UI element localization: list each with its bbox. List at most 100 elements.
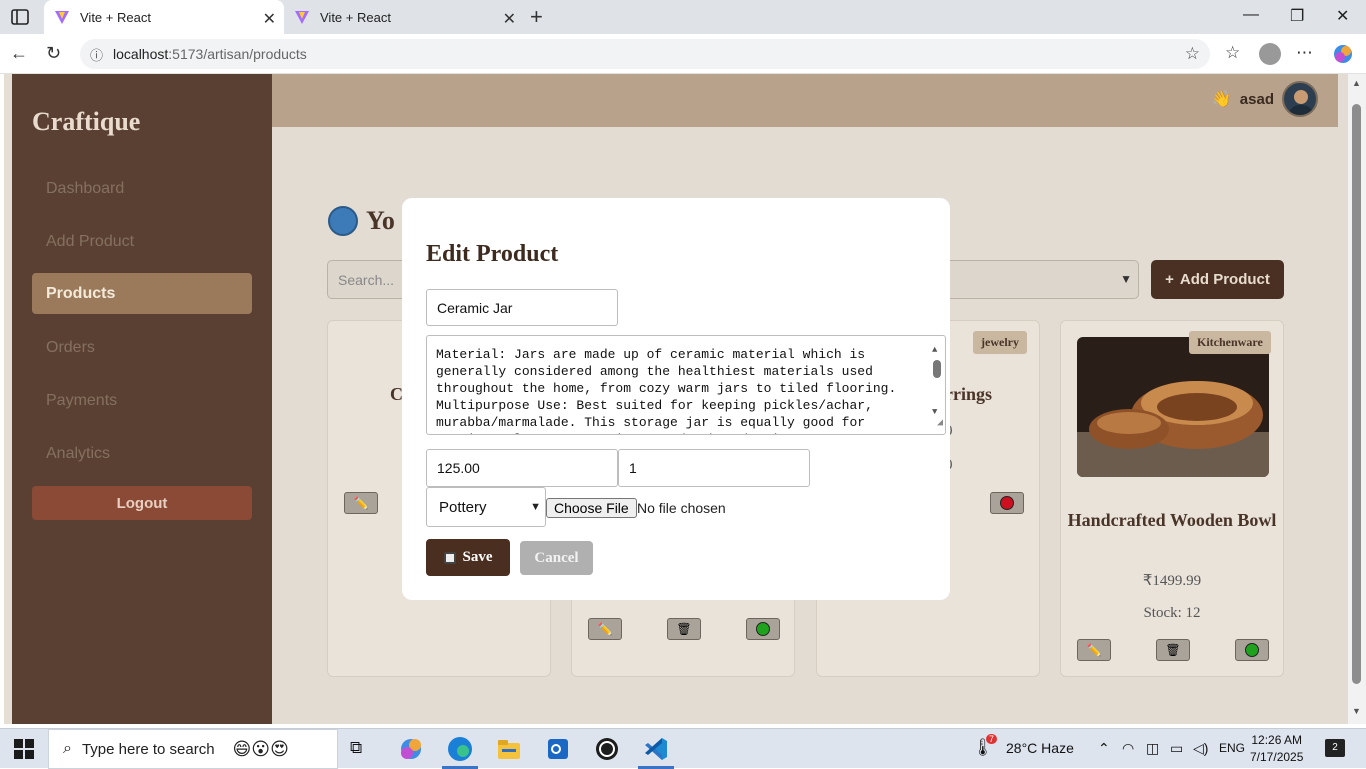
windows-start-icon[interactable] xyxy=(14,739,34,759)
sidebar-item-payments[interactable]: Payments xyxy=(32,380,252,421)
edit-button[interactable]: ✏️ xyxy=(588,618,622,640)
logout-button[interactable]: Logout xyxy=(32,486,252,520)
save-label: Save xyxy=(462,549,493,565)
restore-icon[interactable]: ❐ xyxy=(1290,6,1304,26)
chevron-down-icon: ▼ xyxy=(1120,272,1132,286)
url-host: localhost xyxy=(113,46,169,62)
favorites-icon[interactable]: ☆ xyxy=(1225,43,1240,63)
scroll-thumb[interactable] xyxy=(933,360,941,378)
clock-date: 7/17/2025 xyxy=(1250,750,1304,764)
site-info-icon[interactable]: ⓘ xyxy=(90,45,103,64)
url-field[interactable]: ⓘ localhost:5173/artisan/products ☆ xyxy=(80,39,1210,69)
choose-file-button[interactable]: Choose File xyxy=(546,498,637,518)
scroll-up-icon[interactable]: ▲ xyxy=(1352,78,1361,88)
trash-icon: 🗑 xyxy=(676,622,692,636)
copilot-taskbar-icon[interactable] xyxy=(397,735,425,763)
delete-button[interactable]: 🗑 xyxy=(667,618,701,640)
whatsapp-icon[interactable] xyxy=(593,735,621,763)
meet-now-icon[interactable]: ◫ xyxy=(1146,740,1159,757)
status-toggle-button[interactable] xyxy=(746,618,780,640)
taskbar-search-input[interactable]: ⌕ Type here to search 😄😮😍 xyxy=(48,729,338,769)
cancel-button[interactable]: Cancel xyxy=(520,541,593,575)
save-button[interactable]: Save xyxy=(426,539,510,576)
weather-text[interactable]: 28°C Haze xyxy=(1006,740,1074,756)
user-name: asad xyxy=(1239,90,1274,108)
reload-icon[interactable]: ↻ xyxy=(46,43,61,64)
delete-button[interactable]: 🗑 xyxy=(1156,639,1190,661)
sidebar: Craftique Dashboard Add Product Products… xyxy=(12,74,272,724)
basket-icon xyxy=(328,206,358,236)
browser-tab-bar: Vite + React ✕ Vite + React ✕ + — ❐ ✕ xyxy=(0,0,1366,34)
user-menu[interactable]: 👋 asad xyxy=(1212,81,1318,117)
tab-title: Vite + React xyxy=(320,9,391,25)
system-clock[interactable]: 12:26 AM 7/17/2025 xyxy=(1250,732,1303,766)
file-explorer-icon[interactable] xyxy=(495,735,523,763)
weather-badge: 7 xyxy=(986,734,998,744)
browser-tab-1[interactable]: Vite + React ✕ xyxy=(44,0,284,34)
stock-input[interactable]: 1 xyxy=(618,449,810,487)
more-menu-icon[interactable]: ⋯ xyxy=(1296,43,1313,63)
category-filter-select[interactable]: ▼ xyxy=(939,260,1139,299)
status-toggle-button[interactable] xyxy=(1235,639,1269,661)
add-product-button[interactable]: + Add Product xyxy=(1151,260,1284,299)
wifi-icon[interactable]: ◠ xyxy=(1122,740,1134,757)
sidebar-item-add-product[interactable]: Add Product xyxy=(32,221,252,262)
file-status: No file chosen xyxy=(637,500,726,516)
tab-title: Vite + React xyxy=(80,9,151,25)
back-icon[interactable]: ← xyxy=(10,43,28,64)
vscode-icon[interactable] xyxy=(642,735,670,763)
volume-icon[interactable]: ◁) xyxy=(1193,740,1208,757)
chevron-down-icon: ▼ xyxy=(530,501,541,513)
battery-icon[interactable]: ▭ xyxy=(1170,740,1183,757)
resize-grip-icon[interactable]: ◢ xyxy=(937,415,943,432)
status-toggle-button[interactable] xyxy=(990,492,1024,514)
minimize-icon[interactable]: — xyxy=(1243,6,1259,24)
product-price: ₹1499.99 xyxy=(1142,573,1202,589)
sidebar-item-dashboard[interactable]: Dashboard xyxy=(32,168,252,209)
clock-time: 12:26 AM xyxy=(1251,733,1303,747)
copilot-icon[interactable] xyxy=(1332,43,1354,65)
brand-title: Craftique xyxy=(32,107,141,136)
sidebar-item-orders[interactable]: Orders xyxy=(32,327,252,368)
task-view-icon[interactable]: ⧉ xyxy=(350,738,362,758)
notification-center-icon[interactable]: 2 xyxy=(1325,739,1345,757)
close-tab-icon[interactable]: ✕ xyxy=(263,9,276,29)
avatar[interactable] xyxy=(1282,81,1318,117)
product-name-value: Ceramic Jar xyxy=(437,299,513,316)
language-indicator[interactable]: ENG xyxy=(1219,741,1245,755)
pencil-icon: ✏️ xyxy=(353,496,369,510)
browser-tab-2[interactable]: Vite + React ✕ xyxy=(284,0,524,34)
search-placeholder: Search... xyxy=(338,271,395,288)
outlook-icon[interactable] xyxy=(544,735,572,763)
bookmark-star-icon[interactable]: ☆ xyxy=(1185,44,1200,64)
taskbar-search-placeholder: Type here to search xyxy=(81,740,215,758)
chevron-up-icon[interactable]: ⌃ xyxy=(1098,740,1110,757)
product-description-textarea[interactable]: Material: Jars are made up of ceramic ma… xyxy=(426,335,946,435)
sidebar-item-products[interactable]: Products xyxy=(32,273,252,314)
page-scrollbar[interactable]: ▲ ▼ xyxy=(1348,74,1366,724)
vite-logo-icon xyxy=(295,11,309,24)
textarea-scrollbar[interactable]: ▲ ▼ xyxy=(932,342,942,417)
trash-icon: 🗑 xyxy=(1165,643,1181,657)
pencil-icon: ✏️ xyxy=(597,622,613,636)
close-tab-icon[interactable]: ✕ xyxy=(503,9,516,29)
edit-button[interactable]: ✏️ xyxy=(1077,639,1111,661)
url-path: :5173/artisan/products xyxy=(168,46,307,62)
sidebar-toggle-icon[interactable] xyxy=(8,6,32,28)
category-value: Pottery xyxy=(439,498,487,516)
edge-browser-icon[interactable] xyxy=(446,735,474,763)
new-tab-icon[interactable]: + xyxy=(530,4,543,30)
category-select[interactable]: Pottery ▼ xyxy=(426,487,546,527)
edit-button[interactable]: ✏️ xyxy=(344,492,378,514)
profile-avatar-icon[interactable] xyxy=(1259,43,1281,65)
close-window-icon[interactable]: ✕ xyxy=(1336,6,1349,26)
sidebar-item-analytics[interactable]: Analytics xyxy=(32,433,252,474)
app-page: Craftique Dashboard Add Product Products… xyxy=(4,74,1348,724)
scroll-thumb[interactable] xyxy=(1352,104,1361,684)
product-title: Handcrafted Wooden Bowl xyxy=(1067,510,1277,530)
page-heading: Yo xyxy=(328,206,395,236)
scroll-down-icon[interactable]: ▼ xyxy=(1352,706,1361,716)
scroll-up-icon[interactable]: ▲ xyxy=(932,342,937,359)
product-name-input[interactable]: Ceramic Jar xyxy=(426,289,618,326)
price-input[interactable]: 125.00 xyxy=(426,449,618,487)
